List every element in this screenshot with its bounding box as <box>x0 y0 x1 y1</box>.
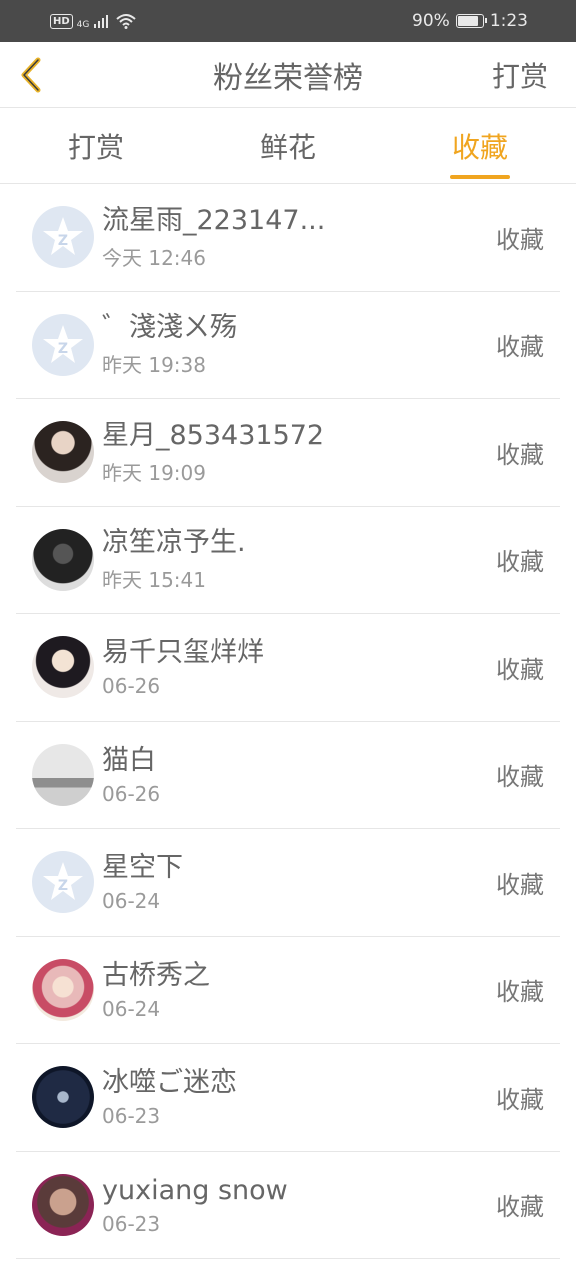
timestamp: 昨天 19:38 <box>102 353 206 378</box>
user-name: 星空下 <box>102 852 183 884</box>
timestamp: 06-23 <box>102 1211 161 1236</box>
default-avatar-icon: Z <box>43 217 83 256</box>
action-label: 收藏 <box>496 1085 544 1114</box>
avatar[interactable] <box>32 1173 94 1236</box>
user-name: 古桥秀之 <box>102 959 210 991</box>
list-item-info: 星月_853431572 昨天 19:09 <box>102 419 496 486</box>
svg-text:Z: Z <box>58 878 68 894</box>
tab-reward[interactable]: 打赏 <box>0 108 192 183</box>
timestamp: 昨天 15:41 <box>102 568 206 593</box>
avatar[interactable]: Z <box>32 206 94 269</box>
tab-bar: 打赏 鲜花 收藏 <box>0 108 576 184</box>
action-label: 收藏 <box>496 548 544 577</box>
list-item[interactable]: 易千只玺烊烊 06-26 收藏 <box>16 614 560 722</box>
list-item[interactable]: 星月_853431572 昨天 19:09 收藏 <box>16 399 560 507</box>
list-item-info: yuxiang snow 06-23 <box>102 1174 496 1236</box>
list-item-info: 流星雨_223147... 今天 12:46 <box>102 204 496 271</box>
avatar[interactable] <box>32 528 94 591</box>
timestamp: 06-23 <box>102 1104 161 1129</box>
list-item[interactable]: Z 星空下 06-24 收藏 <box>16 829 560 937</box>
list-item[interactable]: 古桥秀之 06-24 收藏 <box>16 937 560 1044</box>
list-item[interactable]: Z 流星雨_223147... 今天 12:46 收藏 <box>16 184 560 292</box>
list-item-info: ゛淺淺ㄨ殇 昨天 19:38 <box>102 311 496 378</box>
battery-fill <box>457 16 478 26</box>
user-name: 猫白 <box>102 744 156 776</box>
wifi-icon <box>116 14 137 29</box>
timestamp: 06-26 <box>102 674 161 699</box>
network-type: 4G <box>76 20 90 30</box>
tab-favorites[interactable]: 收藏 <box>384 108 576 183</box>
action-label: 收藏 <box>496 225 544 254</box>
title-bar: 粉丝荣誉榜 打赏 <box>0 42 576 108</box>
default-avatar-icon: Z <box>43 324 83 363</box>
list-item[interactable]: 猫白 06-26 收藏 <box>16 722 560 829</box>
battery-percent: 90% <box>412 11 450 31</box>
action-label: 收藏 <box>496 440 544 469</box>
user-name: 易千只玺烊烊 <box>102 637 264 669</box>
default-avatar-icon: Z <box>43 862 83 901</box>
avatar[interactable]: Z <box>32 313 94 376</box>
avatar[interactable] <box>32 743 94 806</box>
status-left: HD 4G <box>50 12 137 30</box>
hd-indicator: HD <box>50 13 73 29</box>
fan-list: Z 流星雨_223147... 今天 12:46 收藏 Z ゛淺淺ㄨ殇 昨天 1… <box>0 184 576 1259</box>
user-name: ゛淺淺ㄨ殇 <box>102 312 237 344</box>
user-name: 流星雨_223147... <box>102 204 326 236</box>
list-item-info: 星空下 06-24 <box>102 851 496 913</box>
avatar[interactable]: Z <box>32 851 94 914</box>
list-item-info: 易千只玺烊烊 06-26 <box>102 636 496 698</box>
user-name: 凉笙凉予生. <box>102 527 246 559</box>
timestamp: 今天 12:46 <box>102 245 206 270</box>
timestamp: 06-24 <box>102 996 161 1021</box>
page-title: 粉丝荣誉榜 <box>213 60 363 96</box>
tab-flowers[interactable]: 鲜花 <box>192 108 384 183</box>
clock: 1:23 <box>489 11 528 31</box>
list-item-info: 凉笙凉予生. 昨天 15:41 <box>102 526 496 593</box>
action-label: 收藏 <box>496 1193 544 1222</box>
timestamp: 06-26 <box>102 781 161 806</box>
action-label: 收藏 <box>496 978 544 1007</box>
list-item-info: 古桥秀之 06-24 <box>102 959 496 1021</box>
timestamp: 昨天 19:09 <box>102 460 206 485</box>
avatar[interactable] <box>32 636 94 699</box>
user-name: 星月_853431572 <box>102 419 325 451</box>
svg-text:Z: Z <box>58 233 68 249</box>
list-item-info: 猫白 06-26 <box>102 744 496 806</box>
reward-button[interactable]: 打赏 <box>492 55 548 95</box>
status-bar: HD 4G 90% 1:23 <box>0 0 576 42</box>
avatar[interactable] <box>32 1066 94 1129</box>
signal-icon <box>94 15 109 28</box>
battery-icon <box>455 14 487 28</box>
list-item[interactable]: 凉笙凉予生. 昨天 15:41 收藏 <box>16 507 560 614</box>
action-label: 收藏 <box>496 763 544 792</box>
user-name: 冰噬ご迷恋 <box>102 1067 237 1099</box>
list-item[interactable]: Z ゛淺淺ㄨ殇 昨天 19:38 收藏 <box>16 292 560 399</box>
avatar[interactable] <box>32 421 94 484</box>
avatar[interactable] <box>32 958 94 1021</box>
svg-text:Z: Z <box>58 341 68 357</box>
action-label: 收藏 <box>496 655 544 684</box>
timestamp: 06-24 <box>102 889 161 914</box>
action-label: 收藏 <box>496 870 544 899</box>
list-item-info: 冰噬ご迷恋 06-23 <box>102 1066 496 1128</box>
action-label: 收藏 <box>496 333 544 362</box>
status-right: 90% 1:23 <box>412 11 528 31</box>
list-item[interactable]: yuxiang snow 06-23 收藏 <box>16 1152 560 1259</box>
list-item[interactable]: 冰噬ご迷恋 06-23 收藏 <box>16 1044 560 1152</box>
user-name: yuxiang snow <box>102 1174 288 1206</box>
